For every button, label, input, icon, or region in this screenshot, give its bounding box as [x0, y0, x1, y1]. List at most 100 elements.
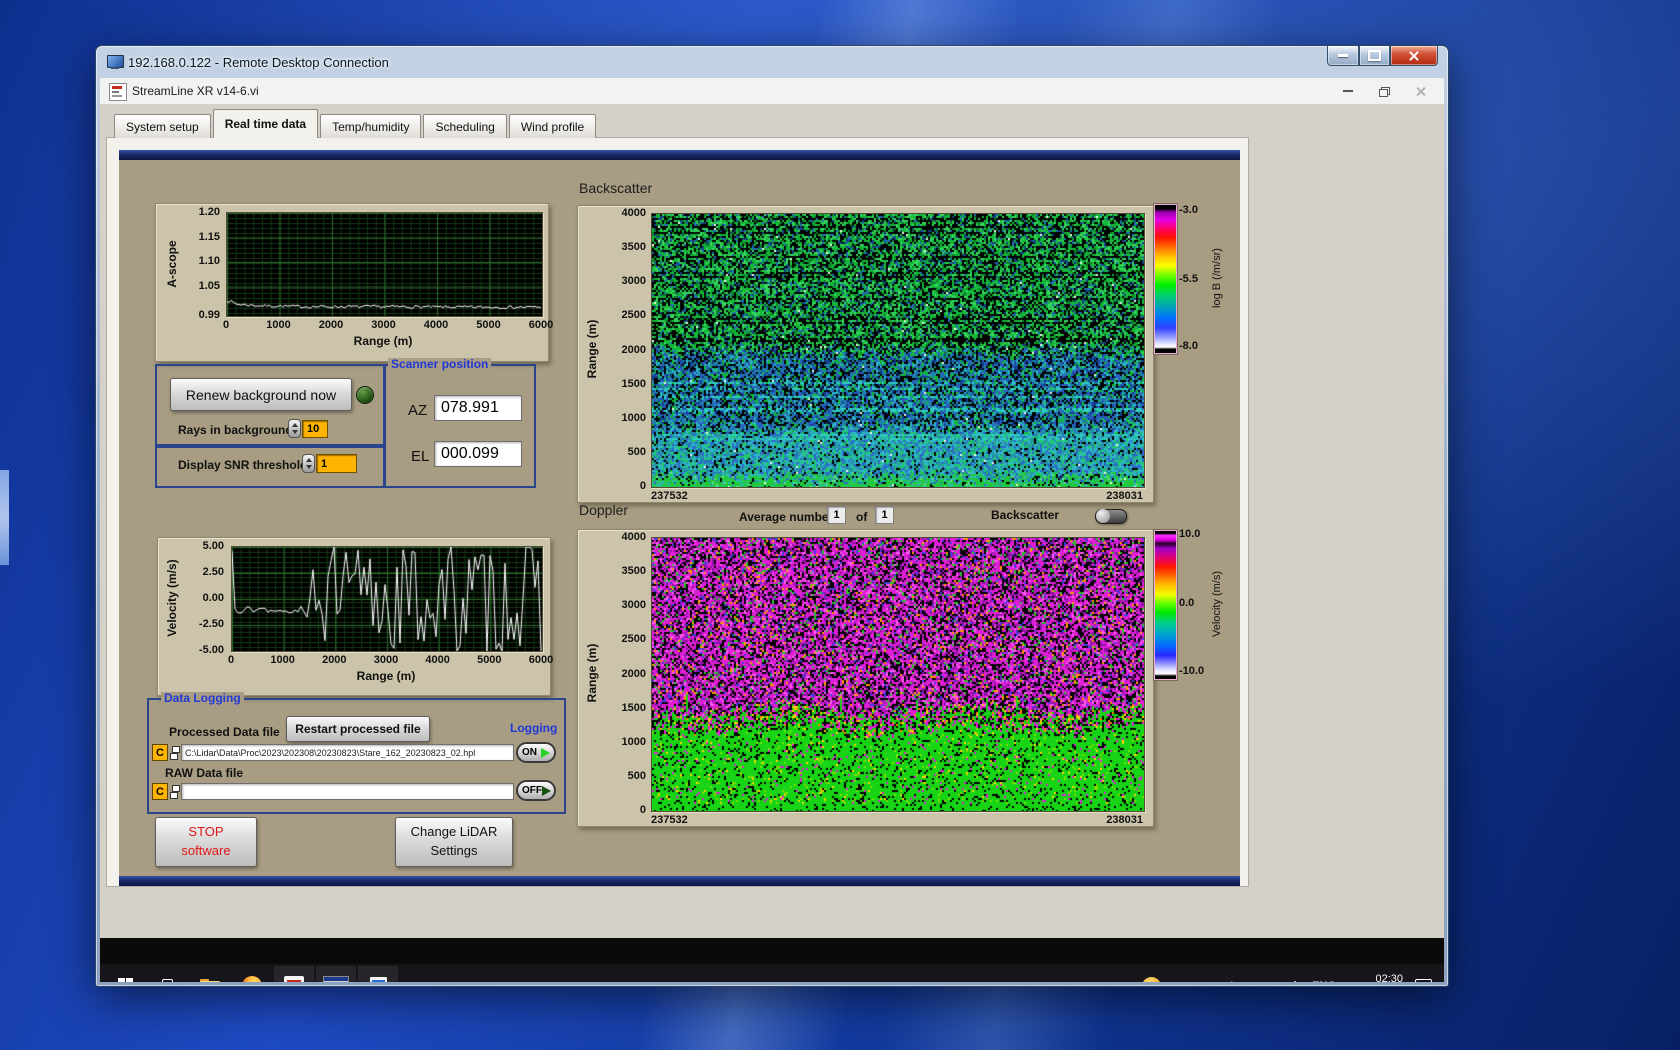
tick-label: 3000 [373, 654, 399, 666]
minimize-icon [1338, 54, 1348, 57]
snr-value-field[interactable]: 1 [316, 454, 357, 473]
minimize-button[interactable] [1327, 46, 1359, 66]
tick-label: 4000 [621, 531, 646, 543]
language-indicator[interactable]: ENG [1312, 980, 1336, 982]
tick-label: 238031 [1106, 814, 1143, 826]
task-view-icon [159, 979, 177, 982]
tick-label: 2000 [621, 667, 646, 680]
tick-label: 6000 [528, 654, 554, 666]
file-explorer-button[interactable] [190, 966, 230, 982]
restart-processed-file-button[interactable]: Restart processed file [286, 716, 430, 742]
panel-bottom-stripe [119, 876, 1240, 886]
doppler-y-ticks: 4000 3500 3000 2500 2000 1500 1000 500 0 [598, 531, 648, 816]
raw-path-field[interactable] [181, 783, 514, 800]
main-panel: A-scope 1.20 1.15 1.10 1.05 0.99 0 1000 2000 30… [119, 150, 1240, 886]
app-close-button[interactable] [1402, 78, 1438, 104]
firefox-button[interactable] [232, 966, 272, 982]
tick-label: 1500 [621, 377, 646, 390]
system-tray: 65°F Mostly sunny ENG 02:30 23/08/2023 [1141, 972, 1444, 983]
tick-label: 1.20 [198, 206, 220, 218]
tick-label: 0 [222, 319, 230, 331]
tab-system-setup[interactable]: System setup [114, 114, 211, 138]
change-lidar-settings-button[interactable]: Change LiDAR Settings [395, 817, 513, 867]
tab-wind-profile[interactable]: Wind profile [508, 114, 597, 138]
wallpaper-streak [0, 470, 9, 565]
colorbar-tick-label: 0.0 [1179, 596, 1195, 609]
tick-label: 1000 [270, 654, 295, 666]
stop-software-button[interactable]: STOP software [155, 817, 257, 867]
close-icon [1408, 50, 1420, 62]
tick-label: 237532 [651, 490, 688, 502]
velocity-canvas [232, 547, 542, 651]
remote-desktop-icon [107, 55, 124, 70]
on-label: ON [522, 747, 537, 758]
rays-value-field[interactable]: 10 [302, 420, 328, 438]
close-button[interactable] [1390, 46, 1438, 66]
raw-drive-button[interactable]: C [152, 783, 168, 800]
rdp-window: 192.168.0.122 - Remote Desktop Connectio… [95, 45, 1449, 987]
tick-label: 500 [627, 445, 646, 458]
remote-desktop-content: StreamLine XR v14-6.vi System setup Real… [100, 78, 1444, 982]
labview-window-controls [1330, 78, 1438, 104]
rdp-window-title: 192.168.0.122 - Remote Desktop Connectio… [128, 55, 389, 70]
tick-label: 1000 [621, 411, 646, 424]
doppler-plot [651, 537, 1145, 812]
tab-real-time-data[interactable]: Real time data [212, 109, 319, 138]
backscatter-header: Backscatter [579, 180, 653, 196]
labview-window-title: StreamLine XR v14-6.vi [132, 84, 259, 98]
tick-label: 2000 [322, 654, 347, 666]
doppler-colorbar [1154, 530, 1177, 680]
scan-scheduler-icon [323, 976, 349, 982]
tick-label: 1000 [266, 319, 291, 331]
processed-data-file-label: Processed Data file [169, 725, 280, 739]
snr-spinner[interactable] [302, 454, 315, 473]
processed-path-field[interactable]: C:\Lidar\Data\Proc\2023\202308\20230823\… [181, 744, 514, 761]
tick-label: 1.10 [198, 255, 220, 268]
start-button[interactable] [106, 966, 146, 982]
off-led-icon [542, 785, 551, 796]
tab-scheduling[interactable]: Scheduling [423, 114, 507, 138]
backscatter-toggle-label: Backscatter [991, 508, 1060, 522]
tab-temp-humidity[interactable]: Temp/humidity [320, 114, 422, 138]
doppler-y-axis-label: Range (m) [585, 643, 599, 703]
path-browse-icon[interactable] [170, 745, 180, 761]
tick-label: 2000 [621, 343, 646, 356]
tick-label: 3500 [621, 565, 646, 578]
clock[interactable]: 02:30 23/08/2023 [1348, 972, 1403, 982]
colorbar-tick-label: -5.5 [1179, 273, 1198, 286]
weather-desc: Mostly sunny [1202, 979, 1278, 983]
close-icon [1415, 86, 1426, 97]
velocity-x-ticks: 0 1000 2000 3000 4000 5000 6000 [228, 653, 553, 667]
chevron-up-icon[interactable] [1288, 980, 1303, 982]
app-minimize-button[interactable] [1330, 78, 1366, 104]
task-view-button[interactable] [148, 966, 188, 982]
renew-background-button[interactable]: Renew background now [170, 378, 352, 411]
background-controls-box: Renew background now Rays in background … [155, 364, 385, 448]
tick-label: 5000 [476, 319, 501, 331]
labview-front-panel: System setup Real time data Temp/humidit… [100, 104, 1444, 982]
labview-titlebar: StreamLine XR v14-6.vi [100, 78, 1444, 105]
weather-widget[interactable]: 65°F Mostly sunny [1141, 976, 1278, 983]
labview-app-button[interactable] [274, 966, 314, 982]
tick-label: -5.00 [198, 644, 224, 656]
processed-logging-on-toggle[interactable]: ON [516, 742, 556, 763]
data-logging-box: Data Logging Processed Data file Restart… [147, 692, 566, 814]
notes-app-button[interactable] [358, 966, 398, 982]
app-restore-button[interactable] [1366, 78, 1402, 104]
backscatter-plot [651, 213, 1145, 488]
a-scope-plot [226, 212, 543, 317]
scan-scheduler-button[interactable] [316, 966, 356, 982]
average-total-field[interactable]: 1 [875, 506, 894, 524]
el-value-field[interactable]: 000.099 [434, 441, 522, 467]
raw-path-browse-icon[interactable] [170, 784, 180, 800]
processed-drive-button[interactable]: C [152, 744, 168, 761]
labview-vi-icon [109, 83, 127, 101]
backscatter-doppler-toggle[interactable] [1095, 509, 1127, 524]
raw-data-file-label: RAW Data file [165, 766, 244, 780]
raw-logging-off-toggle[interactable]: OFF [516, 780, 556, 801]
notification-icon[interactable] [1415, 978, 1432, 982]
az-value-field[interactable]: 078.991 [434, 395, 522, 421]
rays-spinner[interactable] [288, 419, 301, 438]
average-number-field[interactable]: 1 [827, 506, 846, 524]
maximize-button[interactable] [1359, 46, 1390, 66]
